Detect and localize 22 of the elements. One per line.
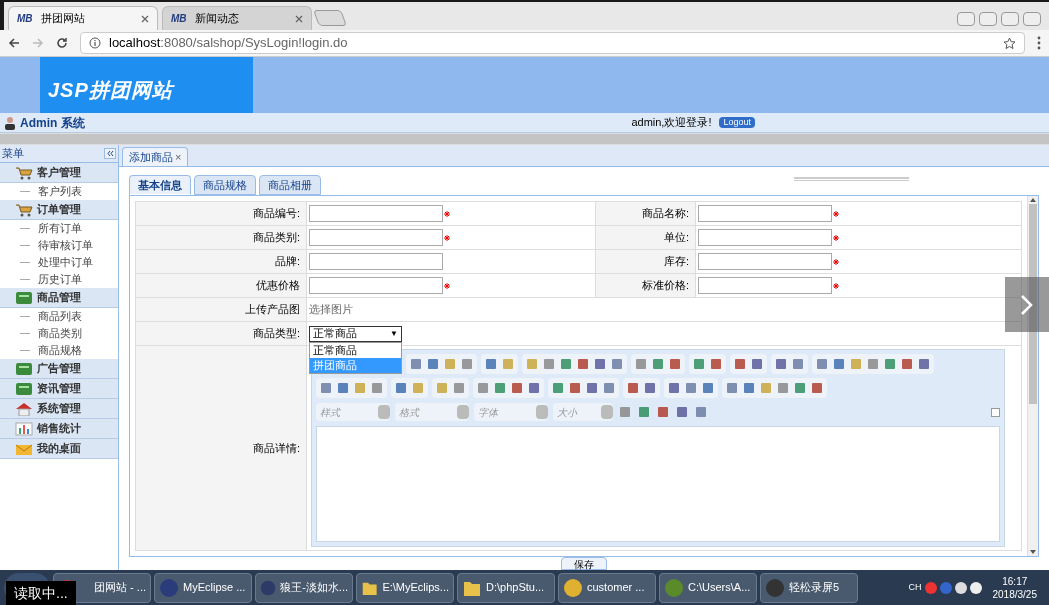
welcome-text: admin,欢迎登录! [631,115,712,131]
field-label: 优惠价格 [256,278,300,294]
tab-label: 添加商品 [129,149,173,165]
field-label: 商品详情: [252,440,300,456]
field-label: 标准价格: [641,278,689,294]
field-label: 上传产品图 [245,302,300,318]
system-title: Admin 系统 [20,114,85,132]
menu-title: 菜单 [2,146,24,162]
field-label: 商品类别: [252,230,300,246]
favicon: MB [171,12,187,26]
tab-label: 新闻动态 [194,11,240,27]
field-label: 单位: [663,230,689,246]
field-label: 商品类型: [252,326,300,342]
field-label: 商品编号: [252,206,300,222]
site-logo: JSP拼团网站 [48,78,173,103]
field-label: 品牌: [274,254,300,270]
tooltip: 读取中... [6,581,76,605]
favicon: MB [17,12,33,26]
field-label: 商品名称: [641,206,689,222]
tab-label: 拼团网站 [40,11,86,27]
field-label: 库存: [663,254,689,270]
url-text: localhost:8080/salshop/SysLogin!login.do [109,34,348,53]
